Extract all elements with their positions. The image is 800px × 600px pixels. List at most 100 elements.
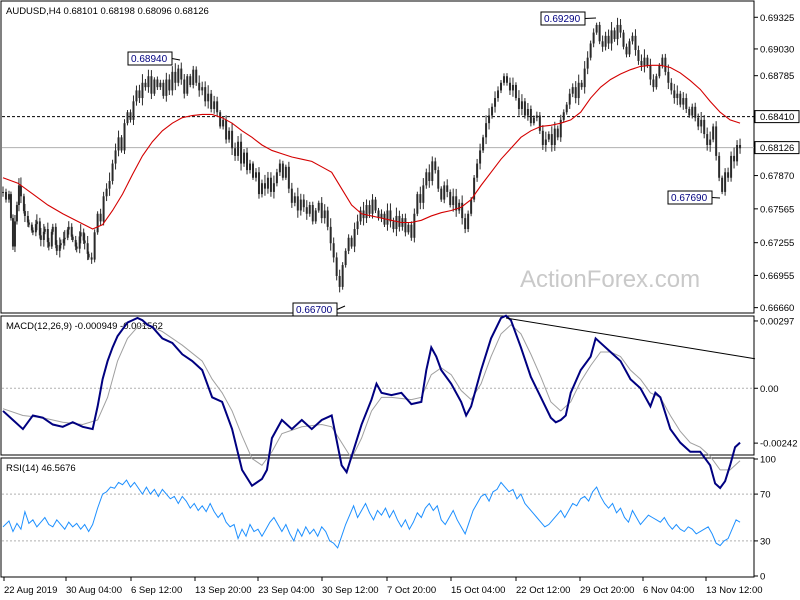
price-candle-body [75, 246, 78, 249]
price-candle-body [541, 130, 544, 145]
price-candle-body [571, 87, 574, 94]
price-candle-body [9, 194, 12, 219]
price-candle-body [195, 69, 198, 83]
price-candle-body [117, 137, 120, 151]
price-candle-body [284, 166, 287, 178]
price-candle-body [329, 226, 332, 244]
price-candle-body [293, 196, 296, 203]
price-candle-body [2, 191, 4, 193]
x-tick-label: 30 Sep 12:00 [322, 585, 379, 596]
price-label-connector [584, 17, 597, 19]
price-candle-body [458, 202, 461, 211]
price-candle-body [347, 237, 350, 251]
price-candle-body [296, 196, 299, 211]
price-candle-body [553, 128, 556, 145]
price-candle-body [721, 177, 724, 192]
price-label: 0.68940 [131, 54, 168, 65]
price-candle-body [613, 30, 616, 40]
price-candle-body [311, 205, 314, 222]
price-candle-body [449, 191, 452, 206]
price-candle-body [183, 79, 186, 94]
price-candle-body [71, 236, 74, 240]
price-candle-body [7, 194, 10, 200]
price-candle-body [111, 163, 114, 182]
price-candle-body [39, 235, 42, 240]
price-candle-body [598, 24, 601, 42]
price-candle-body [269, 177, 272, 192]
macd-y-tick-label: -0.00242 [760, 439, 798, 450]
price-candle-body [168, 79, 171, 91]
price-candle-body [55, 244, 58, 251]
price-candle-body [257, 172, 260, 195]
price-candle-body [622, 32, 625, 47]
price-y-tick-label: 0.68785 [760, 71, 794, 82]
price-candle-body [628, 41, 631, 55]
price-candle-body [192, 69, 195, 85]
price-candle-body [162, 82, 165, 96]
price-candle-body [727, 172, 730, 178]
price-candle-body [4, 191, 7, 200]
price-y-tick-label: 0.67255 [760, 238, 794, 249]
price-candle-body [446, 185, 449, 192]
chart-root: ActionForex.com AUDUSD,H4 0.68101 0.6819… [0, 0, 800, 600]
price-candle-body [243, 152, 246, 164]
price-candle-body [514, 84, 517, 99]
price-candle-body [413, 213, 416, 238]
price-candle-body [144, 82, 147, 88]
price-candle-body [556, 128, 559, 138]
price-candle-body [511, 84, 514, 91]
price-candle-body [356, 221, 359, 230]
price-candle-body [237, 141, 240, 156]
price-candle-body [529, 108, 532, 124]
price-candle-body [583, 68, 586, 88]
price-candle-body [733, 155, 736, 162]
price-label-connector [711, 197, 721, 199]
price-candle-body [482, 137, 485, 151]
price-candle-body [165, 79, 168, 96]
price-candle-body [443, 185, 446, 200]
price-candle-body [228, 130, 231, 140]
price-candle-body [31, 230, 34, 233]
price-candle-body [508, 82, 511, 91]
price-candle-body [562, 112, 565, 120]
price-candle-body [108, 181, 111, 189]
price-candle-body [374, 199, 377, 211]
price-candle-body [213, 101, 216, 109]
price-candle-body [13, 221, 16, 247]
price-candle-body [90, 257, 93, 260]
price-candle-body [180, 68, 183, 80]
price-candle-body [461, 202, 464, 219]
price-candle-body [658, 65, 661, 77]
price-candle-body [712, 126, 715, 140]
price-candle-body [667, 71, 670, 83]
price-candle-body [323, 210, 326, 219]
price-candle-body [135, 90, 138, 102]
x-tick-label: 13 Nov 12:00 [706, 585, 763, 596]
price-candle-body [299, 199, 302, 211]
price-candle-body [502, 76, 505, 83]
price-candle-body [577, 82, 580, 99]
x-tick-label: 30 Aug 04:00 [66, 585, 122, 596]
price-candle-body [422, 185, 425, 203]
price-candle-body [189, 76, 192, 85]
price-candle-body [210, 93, 213, 109]
price-candle-body [616, 24, 619, 40]
rsi-y-tick-label: 30 [760, 536, 771, 547]
price-candle-body [709, 139, 712, 145]
price-candle-body [123, 123, 126, 151]
rsi-y-tick-label: 100 [760, 455, 776, 466]
price-candle-body [706, 134, 709, 145]
price-candle-body [395, 215, 398, 230]
price-candle-body [141, 82, 144, 99]
price-candle-body [631, 35, 634, 42]
price-candle-body [371, 199, 374, 214]
price-candle-body [610, 30, 613, 44]
price-candle-body [640, 60, 643, 66]
price-candle-body [114, 150, 117, 164]
price-candle-body [655, 76, 658, 88]
price-candle-body [43, 229, 46, 232]
price-candle-body [332, 243, 335, 258]
price-candle-body [625, 46, 628, 55]
price-candle-body [568, 93, 571, 105]
price-candle-body [715, 126, 718, 156]
